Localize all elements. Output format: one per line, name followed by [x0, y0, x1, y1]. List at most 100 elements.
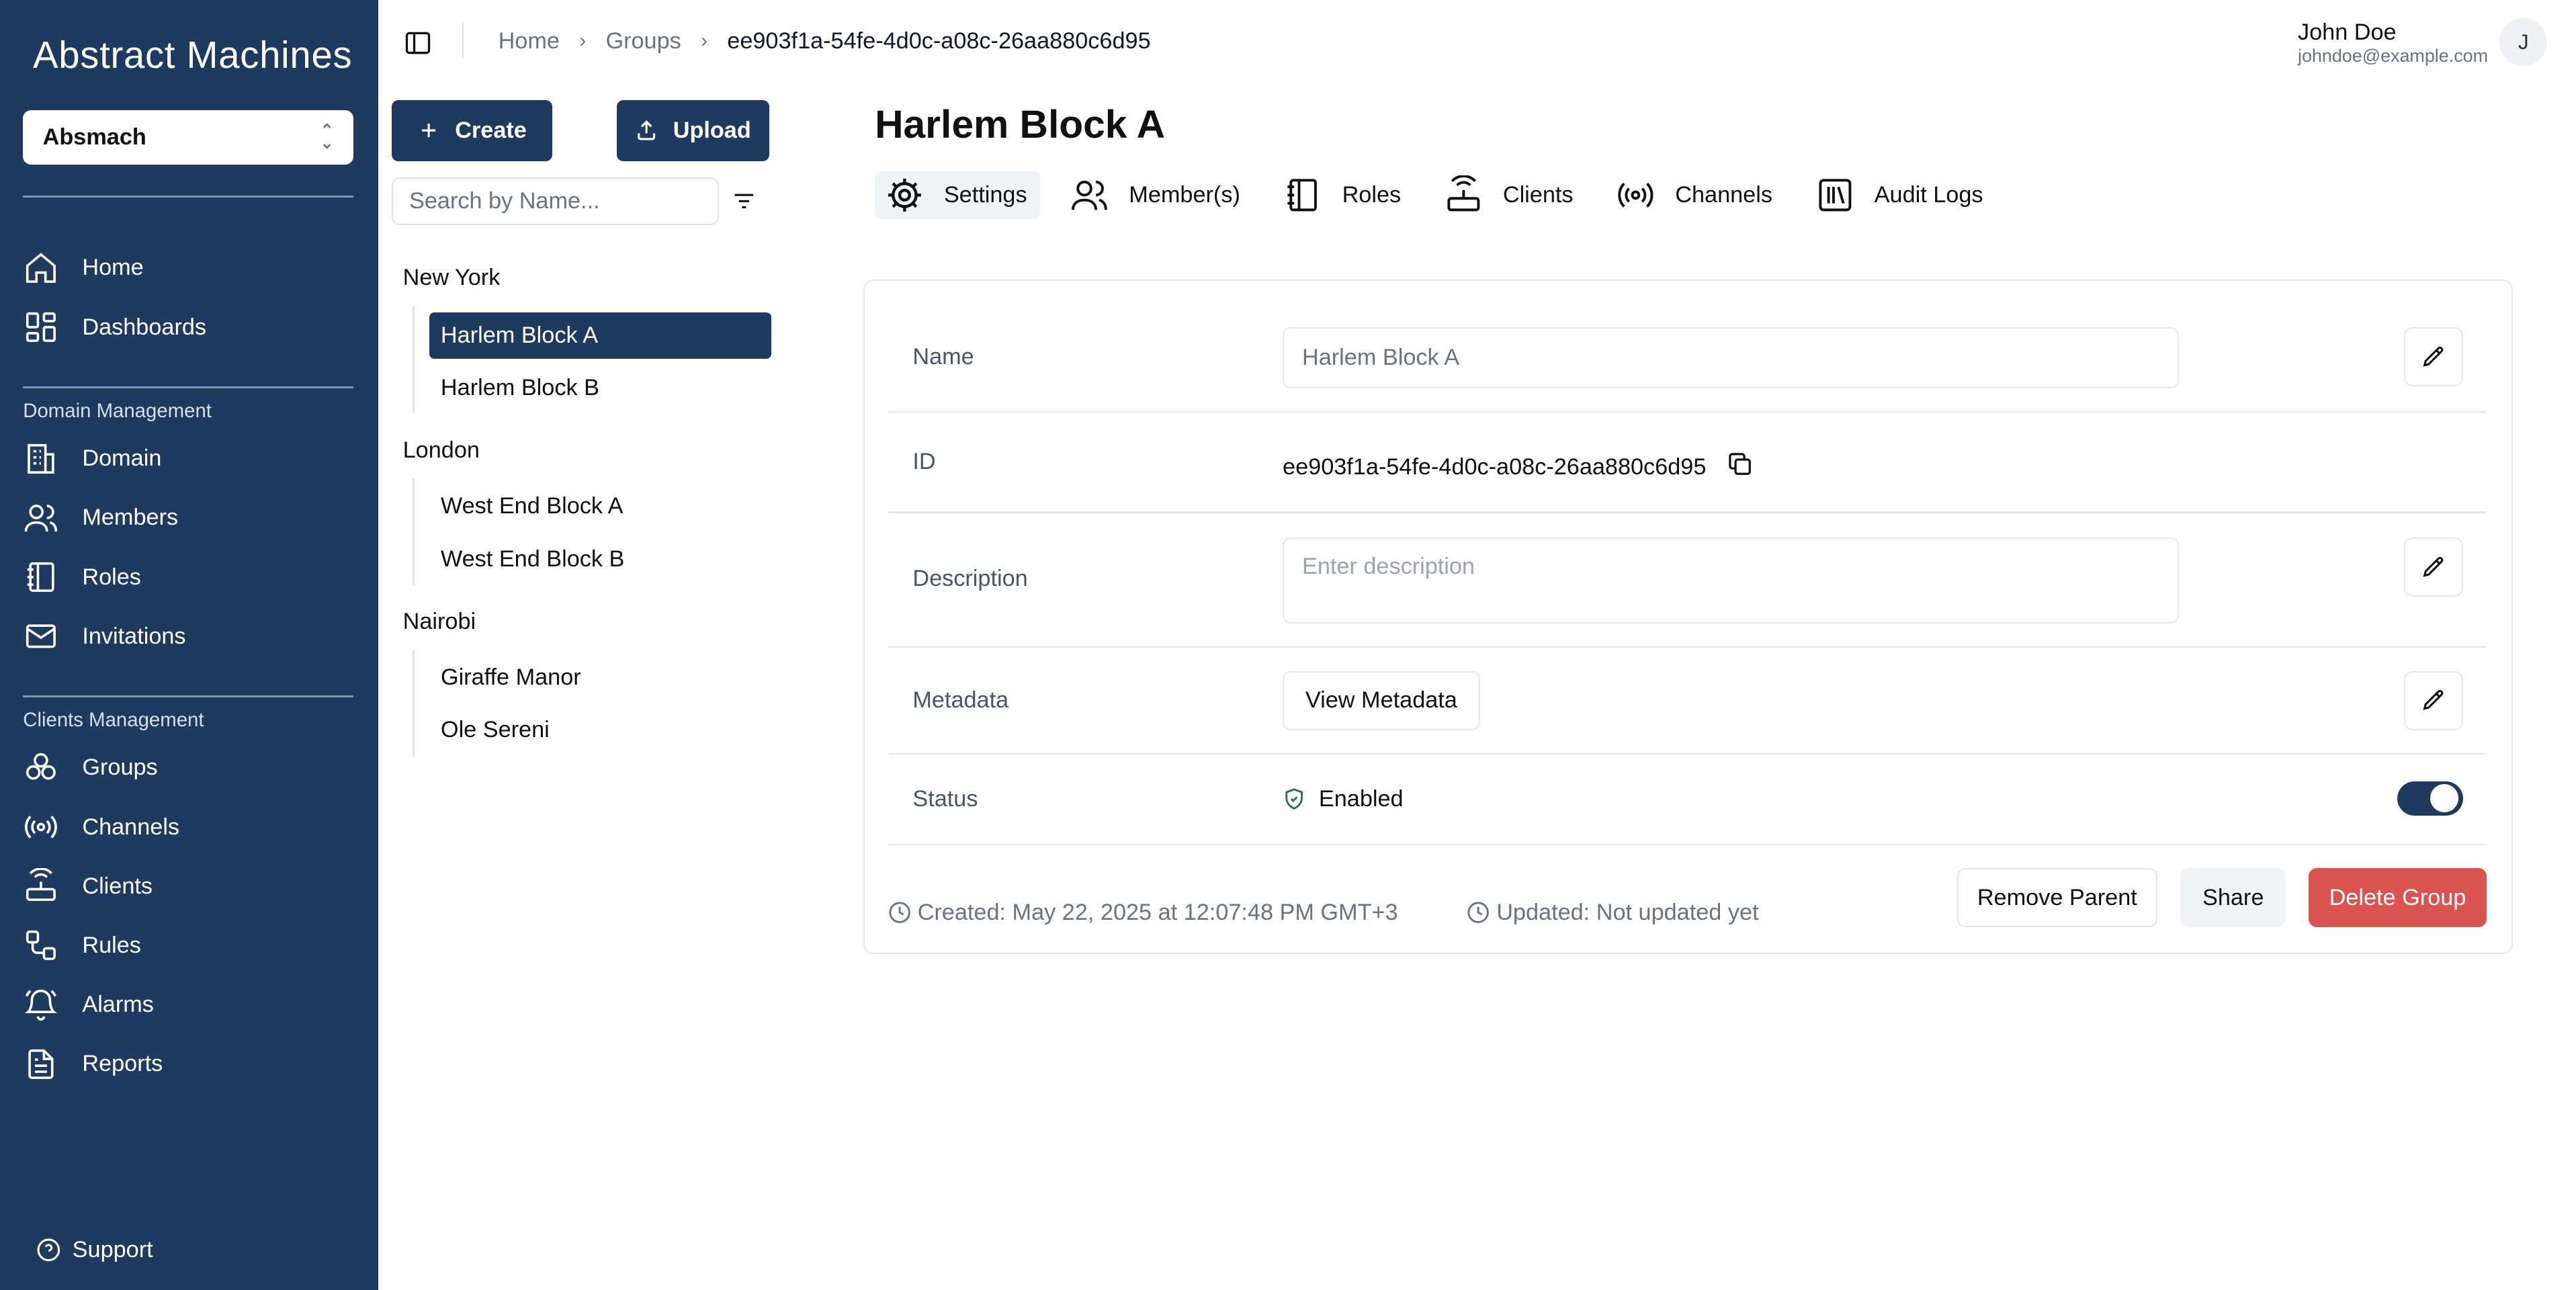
clock-icon: [1467, 902, 1489, 923]
sidebar-item-label: Roles: [82, 564, 141, 590]
bell-icon: [24, 990, 58, 1021]
name-label: Name: [912, 343, 974, 370]
tab-label: Channels: [1675, 181, 1772, 208]
description-field[interactable]: Enter description: [1283, 538, 2179, 624]
breadcrumb-current: ee903f1a-54fe-4d0c-a08c-26aa880c6d95: [727, 28, 1151, 54]
avatar[interactable]: J: [2499, 17, 2548, 66]
tab-members[interactable]: Member(s): [1060, 171, 1254, 219]
tab-settings[interactable]: Settings: [875, 171, 1041, 219]
remove-parent-button[interactable]: Remove Parent: [1957, 868, 2158, 928]
tree-item[interactable]: Giraffe Manor: [429, 654, 771, 701]
tree-guide-line: [413, 478, 415, 586]
tab-audit-logs[interactable]: Audit Logs: [1805, 171, 1996, 219]
tree-group-nairobi[interactable]: Nairobi: [403, 609, 476, 635]
plus-icon: [422, 124, 436, 138]
sidebar-item-label: Clients: [82, 873, 153, 899]
tab-label: Audit Logs: [1874, 181, 1983, 208]
view-metadata-button[interactable]: View Metadata: [1283, 671, 1480, 730]
id-label: ID: [912, 449, 936, 475]
support-link[interactable]: Support: [36, 1237, 153, 1263]
breadcrumb: Home › Groups › ee903f1a-54fe-4d0c-a08c-…: [499, 28, 1151, 54]
sidebar-item-label: Channels: [82, 814, 180, 840]
status-toggle[interactable]: [2397, 781, 2464, 816]
name-field[interactable]: Harlem Block A: [1283, 327, 2179, 388]
share-button[interactable]: Share: [2180, 868, 2286, 928]
router-icon: [26, 868, 56, 902]
sidebar-item-label: Domain: [82, 445, 162, 472]
domain-selector-value: Absmach: [42, 124, 146, 150]
tree-item[interactable]: Harlem Block A: [429, 312, 771, 359]
pencil-icon: [2423, 346, 2444, 367]
sidebar-item-label: Dashboards: [82, 314, 207, 340]
tab-roles[interactable]: Roles: [1273, 171, 1414, 219]
user-info[interactable]: John Doe johndoe@example.com: [2298, 19, 2488, 66]
upload-button[interactable]: Upload: [616, 100, 770, 161]
tab-label: Clients: [1502, 181, 1574, 208]
status-label: Status: [912, 785, 978, 812]
sidebar-item-dashboards[interactable]: Dashboards: [23, 302, 353, 351]
tree-guide-line: [413, 306, 415, 413]
breadcrumb-groups[interactable]: Groups: [605, 28, 681, 54]
edit-name-button[interactable]: [2404, 327, 2464, 387]
tree-item[interactable]: Ole Sereni: [429, 707, 771, 753]
created-timestamp: Created: May 22, 2025 at 12:07:48 PM GMT…: [888, 900, 1398, 926]
pencil-icon: [2423, 690, 2444, 710]
toolbar-divider: [462, 23, 464, 60]
sidebar-divider: [23, 386, 354, 388]
chevron-right-icon: ›: [701, 30, 707, 52]
edit-description-button[interactable]: [2404, 538, 2464, 597]
search-input[interactable]: [391, 177, 719, 226]
sidebar-toggle-icon[interactable]: [403, 28, 433, 58]
sidebar-item-groups[interactable]: Groups: [23, 743, 353, 792]
gear-icon: [888, 178, 921, 212]
tree-item[interactable]: Harlem Block B: [429, 365, 771, 411]
tab-label: Roles: [1342, 181, 1402, 208]
row-divider: [888, 843, 2487, 845]
create-button-label: Create: [455, 118, 527, 144]
sidebar-item-home[interactable]: Home: [23, 243, 353, 292]
create-button[interactable]: Create: [391, 100, 553, 161]
tab-bar: Settings Member(s) Roles Clients Channel…: [875, 171, 2016, 219]
updated-timestamp: Updated: Not updated yet: [1467, 899, 1759, 926]
workflow-icon: [26, 931, 56, 961]
tab-channels[interactable]: Channels: [1606, 171, 1785, 219]
notebook-icon: [1287, 179, 1318, 211]
sidebar-item-channels[interactable]: Channels: [23, 802, 353, 851]
sidebar-item-roles[interactable]: Roles: [23, 552, 353, 601]
updated-text: Updated: Not updated yet: [1496, 899, 1759, 925]
row-divider: [888, 511, 2487, 513]
sidebar-item-alarms[interactable]: Alarms: [23, 980, 353, 1029]
tab-clients[interactable]: Clients: [1434, 171, 1586, 219]
file-icon: [28, 1049, 54, 1079]
library-icon: [1818, 179, 1851, 211]
sidebar-divider: [23, 695, 354, 697]
tree-group-new-york[interactable]: New York: [403, 265, 501, 291]
pencil-icon: [2423, 556, 2444, 577]
sidebar-item-clients[interactable]: Clients: [23, 861, 353, 910]
section-label-clients: Clients Management: [23, 708, 204, 731]
sidebar-item-label: Home: [82, 255, 144, 281]
broadcast-icon: [1618, 182, 1654, 208]
row-divider: [888, 646, 2487, 648]
sidebar-item-label: Groups: [82, 755, 158, 781]
sidebar-item-label: Alarms: [82, 991, 154, 1017]
broadcast-icon: [25, 816, 58, 839]
copy-icon[interactable]: [1727, 451, 1753, 477]
chevron-right-icon: ›: [579, 30, 587, 52]
breadcrumb-home[interactable]: Home: [499, 28, 560, 54]
tree-item[interactable]: West End Block B: [429, 536, 771, 583]
filter-icon[interactable]: [732, 189, 757, 214]
tree-group-london[interactable]: London: [403, 437, 480, 464]
notebook-icon: [27, 562, 54, 593]
delete-group-button[interactable]: Delete Group: [2309, 868, 2487, 928]
edit-metadata-button[interactable]: [2404, 671, 2464, 730]
page-title: Harlem Block A: [875, 102, 1166, 146]
toggle-knob: [2430, 784, 2459, 813]
sidebar-item-invitations[interactable]: Invitations: [23, 611, 353, 660]
sidebar-item-domain[interactable]: Domain: [23, 434, 353, 483]
sidebar-item-rules[interactable]: Rules: [23, 921, 353, 970]
sidebar-item-members[interactable]: Members: [23, 493, 353, 542]
sidebar-item-reports[interactable]: Reports: [23, 1039, 353, 1088]
tree-item[interactable]: West End Block A: [429, 484, 771, 530]
domain-selector[interactable]: Absmach ⌃ ⌄: [23, 110, 354, 165]
